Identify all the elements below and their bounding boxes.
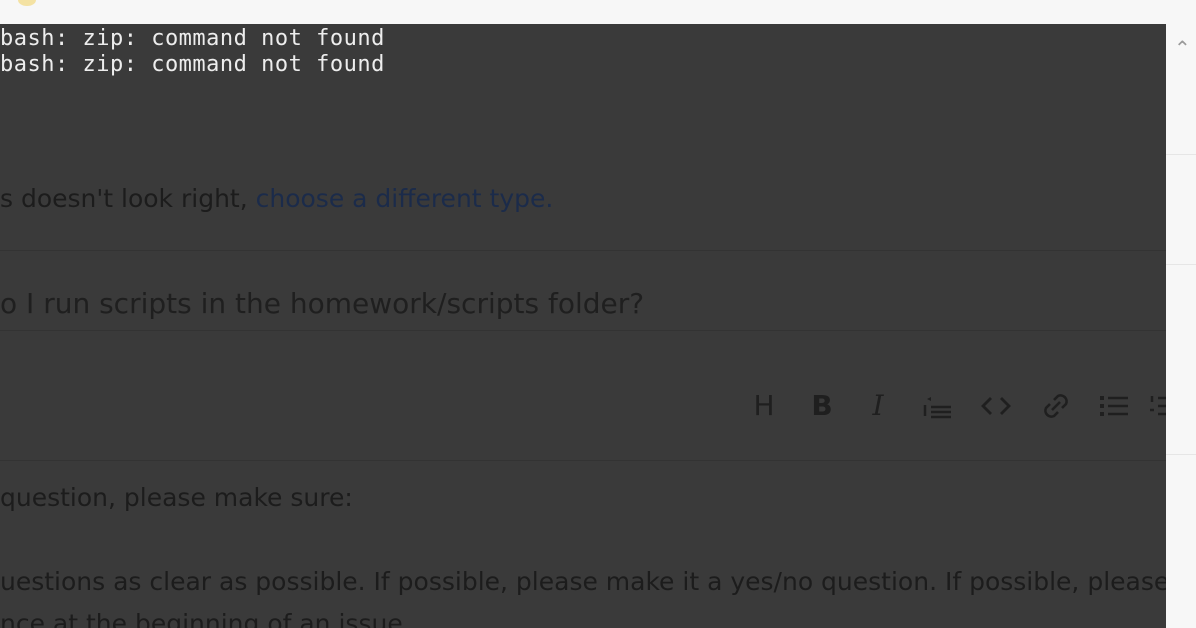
emoji-icon (18, 0, 36, 6)
bulleted-list-button[interactable] (1094, 388, 1134, 424)
link-button[interactable] (1036, 388, 1076, 424)
quote-button[interactable] (918, 388, 958, 424)
code-icon (981, 397, 1011, 415)
terminal-line: bash: zip: command not found (0, 26, 385, 51)
divider (0, 460, 1166, 461)
terminal-overlay: bash: zip: command not found bash: zip: … (0, 24, 1166, 628)
link-icon (1044, 394, 1068, 418)
choose-different-type-link[interactable]: choose a different type. (256, 184, 554, 213)
divider (0, 250, 1166, 251)
editor-body-line: uestions as clear as possible. If possib… (0, 567, 1166, 596)
numbered-list-icon (1150, 396, 1166, 416)
divider (0, 330, 1166, 331)
issue-type-hint-text: s doesn't look right, (0, 184, 256, 213)
code-button[interactable] (976, 388, 1016, 424)
editor-body-line: question, please make sure: (0, 483, 353, 512)
issue-type-hint: s doesn't look right, choose a different… (0, 182, 553, 216)
chevron-up-icon[interactable]: ⌃ (1174, 38, 1191, 58)
terminal-line: bash: zip: command not found (0, 52, 385, 77)
editor-body-line: nce at the beginning of an issue (0, 609, 403, 628)
divider (1166, 264, 1196, 265)
italic-button[interactable]: I (858, 388, 898, 424)
editor-toolbar: H B I (740, 388, 1166, 424)
divider (1166, 154, 1196, 155)
heading-button[interactable]: H (744, 388, 784, 424)
terminal-output: bash: zip: command not found bash: zip: … (0, 24, 1166, 88)
quote-icon (923, 397, 951, 419)
divider (1166, 454, 1196, 455)
browser-top-strip (0, 0, 1196, 24)
numbered-list-button[interactable] (1146, 388, 1166, 424)
page-right-edge: ⌃ (1166, 24, 1196, 628)
bold-button[interactable]: B (802, 388, 842, 424)
bulleted-list-icon (1100, 396, 1128, 416)
issue-title-input[interactable]: o I run scripts in the homework/scripts … (0, 286, 644, 322)
